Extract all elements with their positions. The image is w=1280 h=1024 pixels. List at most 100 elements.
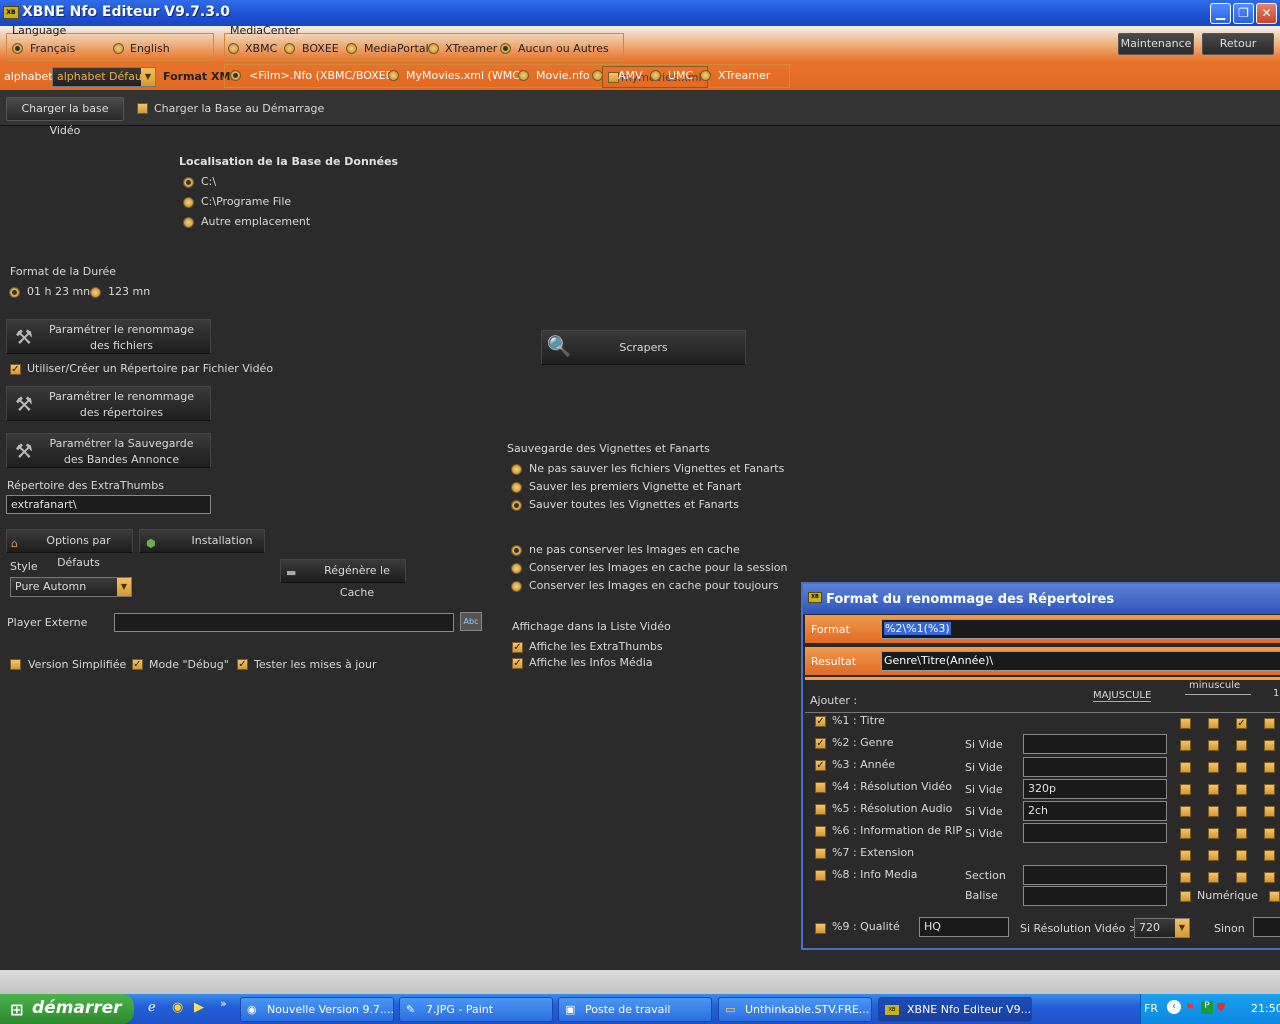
radio-db-c[interactable] (183, 177, 194, 188)
radio-db-other[interactable] (183, 217, 194, 228)
maximize-button[interactable]: ❐ (1233, 3, 1254, 24)
task-unthinkable[interactable]: ▭ Unthinkable.STV.FRE... (718, 997, 872, 1022)
maintenance-button[interactable]: Maintenance (1118, 33, 1194, 55)
task-xbne[interactable]: XB XBNE Nfo Editeur V9.... (878, 997, 1032, 1022)
var7-first-checkbox[interactable] (1264, 850, 1275, 861)
player-input[interactable] (114, 613, 454, 632)
quality-input[interactable]: HQ (919, 917, 1009, 937)
var2-upper-checkbox[interactable] (1180, 740, 1191, 751)
radio-thumbs-all[interactable] (511, 500, 522, 511)
radio-thumbs-first[interactable] (511, 482, 522, 493)
close-button[interactable]: ✕ (1256, 3, 1277, 24)
radio-boxee[interactable] (284, 43, 295, 54)
lang-indicator[interactable]: FR (1144, 1002, 1158, 1015)
var1-lower2-checkbox[interactable]: ✓ (1236, 718, 1247, 729)
radio-movie-nfo[interactable] (518, 70, 529, 81)
start-button[interactable]: ⊞ démarrer (0, 994, 134, 1024)
var2-lower-checkbox[interactable] (1208, 740, 1219, 751)
load-video-db-button[interactable]: Charger la base Vidéo (6, 97, 124, 137)
var6-upper-checkbox[interactable] (1180, 828, 1191, 839)
task-poste[interactable]: ▣ Poste de travail (558, 997, 712, 1022)
balise-input[interactable] (1023, 886, 1167, 906)
var8-upper-checkbox[interactable] (1180, 872, 1191, 883)
var3-lower-checkbox[interactable] (1208, 762, 1219, 773)
var3-input[interactable] (1023, 757, 1167, 777)
var6-checkbox[interactable] (815, 826, 826, 837)
radio-mymovies[interactable] (388, 70, 399, 81)
scrapers-button[interactable]: 🔍 Scrapers (541, 330, 746, 365)
rename-files-button[interactable]: ⚒ Paramétrer le renommage des fichiers (6, 319, 211, 354)
var9-checkbox[interactable] (815, 923, 826, 934)
chevron-left-icon[interactable]: ‹ (1167, 1000, 1181, 1014)
show-media-info-checkbox[interactable]: ✓ (512, 658, 523, 669)
radio-thumbs-none[interactable] (511, 464, 522, 475)
radio-cache-session[interactable] (511, 563, 522, 574)
var5-lower-checkbox[interactable] (1208, 806, 1219, 817)
var5-upper-checkbox[interactable] (1180, 806, 1191, 817)
var6-input[interactable] (1023, 823, 1167, 843)
var7-lower-checkbox[interactable] (1208, 850, 1219, 861)
radio-duration-mn[interactable] (90, 287, 101, 298)
var1-lower-checkbox[interactable] (1208, 718, 1219, 729)
var3-upper-checkbox[interactable] (1180, 762, 1191, 773)
radio-umc[interactable] (650, 70, 661, 81)
defaults-button[interactable]: ⌂ Options par Défauts (6, 529, 133, 569)
radio-xtreamer-xml[interactable] (700, 70, 711, 81)
use-dir-per-file-checkbox[interactable]: ✓ (10, 364, 21, 375)
radio-duration-hm[interactable] (9, 287, 20, 298)
radio-xbmc[interactable] (228, 43, 239, 54)
var5-checkbox[interactable] (815, 804, 826, 815)
app-tray-icon[interactable]: P (1201, 1001, 1213, 1014)
var8-first-checkbox[interactable] (1264, 872, 1275, 883)
ie-icon[interactable]: ℯ (148, 1000, 156, 1015)
var5-first-checkbox[interactable] (1264, 806, 1275, 817)
var4-input[interactable]: 320p (1023, 779, 1167, 799)
var7-upper-checkbox[interactable] (1180, 850, 1191, 861)
var6-lower-checkbox[interactable] (1208, 828, 1219, 839)
numerique-checkbox[interactable] (1180, 891, 1191, 902)
radio-cache-forever[interactable] (511, 581, 522, 592)
minimize-button[interactable]: ▁ (1210, 3, 1231, 24)
simplified-checkbox[interactable] (10, 659, 21, 670)
task-paint[interactable]: ✎ 7.JPG - Paint (399, 997, 553, 1022)
pdf-icon[interactable]: ⚑ (1185, 1001, 1195, 1014)
alphabet-select[interactable]: alphabet Défaut ▼ (52, 67, 156, 87)
var2-checkbox[interactable]: ✓ (815, 738, 826, 749)
var1-checkbox[interactable]: ✓ (815, 716, 826, 727)
var8-lower2-checkbox[interactable] (1236, 872, 1247, 883)
var8-lower-checkbox[interactable] (1208, 872, 1219, 883)
regen-cache-button[interactable]: ▬ Régénère le Cache (280, 559, 406, 599)
format-input[interactable]: %2\%1(%3) (881, 619, 1280, 639)
radio-db-programfile[interactable] (183, 197, 194, 208)
installation-button[interactable]: ⬢ Installation (139, 529, 265, 553)
show-extrathumbs-checkbox[interactable]: ✓ (512, 642, 523, 653)
chrome-icon[interactable]: ◉ (172, 1000, 183, 1015)
var5-input[interactable]: 2ch (1023, 801, 1167, 821)
updates-checkbox[interactable]: ✓ (237, 659, 248, 670)
var5-lower2-checkbox[interactable] (1236, 806, 1247, 817)
var8-checkbox[interactable] (815, 870, 826, 881)
radio-xtreamer[interactable] (428, 43, 439, 54)
task-nouvelle-version[interactable]: ◉ Nouvelle Version 9.7.... (240, 997, 394, 1022)
style-select[interactable]: Pure Automn ▼ (10, 577, 132, 597)
radio-cache-none[interactable] (511, 545, 522, 556)
var3-first-checkbox[interactable] (1264, 762, 1275, 773)
var3-checkbox[interactable]: ✓ (815, 760, 826, 771)
radio-film-nfo[interactable] (230, 70, 241, 81)
chevron-more-icon[interactable]: » (220, 997, 227, 1010)
browse-icon[interactable]: Abc (460, 612, 482, 631)
debug-checkbox[interactable]: ✓ (132, 659, 143, 670)
var2-lower2-checkbox[interactable] (1236, 740, 1247, 751)
var4-upper-checkbox[interactable] (1180, 784, 1191, 795)
var2-input[interactable] (1023, 734, 1167, 754)
var3-lower2-checkbox[interactable] (1236, 762, 1247, 773)
rename-dirs-button[interactable]: ⚒ Paramétrer le renommage des répertoire… (6, 386, 211, 421)
radio-english[interactable] (113, 43, 124, 54)
media-icon[interactable]: ▶ (194, 1000, 204, 1015)
var4-checkbox[interactable] (815, 782, 826, 793)
var2-first-checkbox[interactable] (1264, 740, 1275, 751)
var4-first-checkbox[interactable] (1264, 784, 1275, 795)
sinon-input[interactable] (1253, 917, 1280, 937)
var6-first-checkbox[interactable] (1264, 828, 1275, 839)
radio-mediaportal[interactable] (346, 43, 357, 54)
